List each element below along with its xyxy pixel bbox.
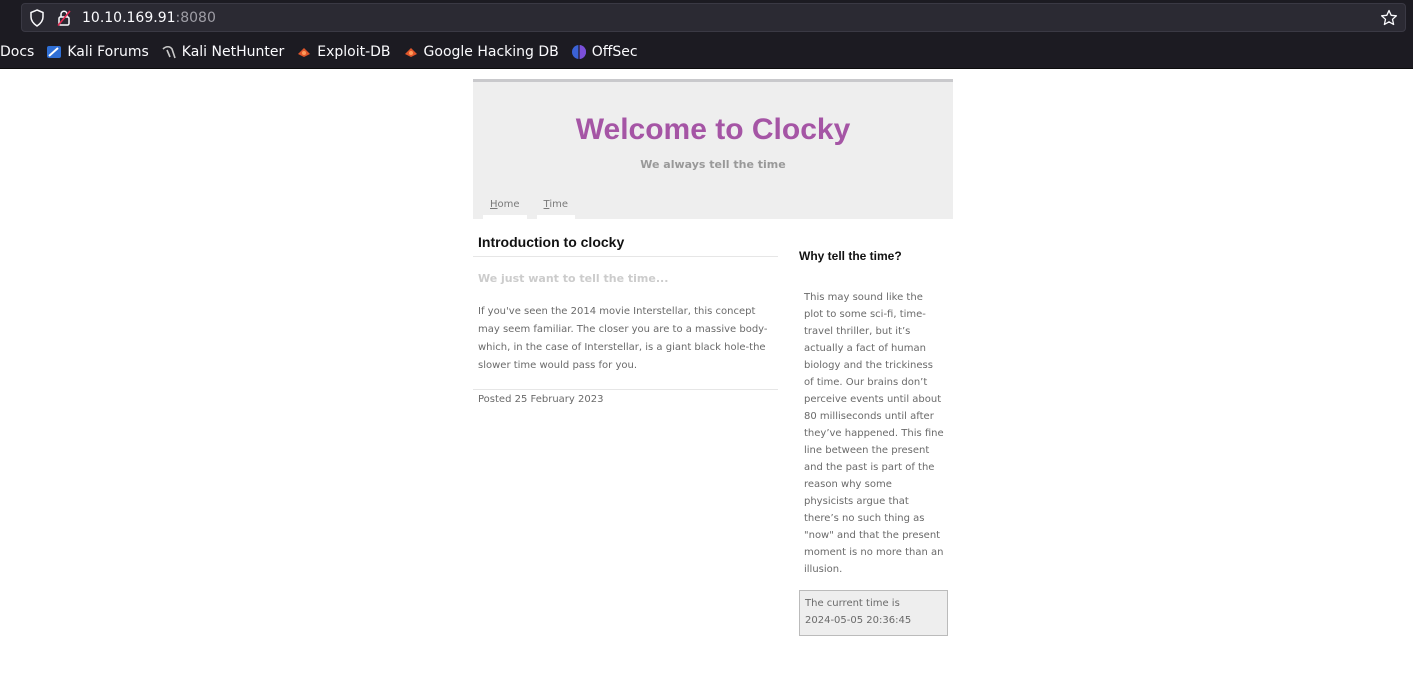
url-port: :8080 bbox=[175, 10, 216, 26]
current-time-value: 2024-05-05 20:36:45 bbox=[805, 615, 912, 626]
offsec-icon bbox=[571, 45, 586, 59]
bookmark-label: Exploit-DB bbox=[317, 44, 391, 60]
post-lead: We just want to tell the time... bbox=[478, 272, 669, 285]
nav-time-link[interactable]: Time bbox=[536, 196, 576, 219]
post-title: Introduction to clocky bbox=[473, 231, 778, 257]
site-nav: Home Time bbox=[483, 196, 585, 219]
sidebar-title: Why tell the time? bbox=[799, 249, 902, 263]
kali-nethunter-icon bbox=[162, 45, 176, 59]
exploit-db-icon bbox=[298, 48, 311, 57]
post-date: Posted 25 February 2023 bbox=[478, 394, 604, 405]
bookmark-label: Kali Forums bbox=[67, 44, 149, 60]
bookmark-label: Docs bbox=[0, 44, 35, 60]
bookmark-exploit-db[interactable]: Exploit-DB bbox=[296, 44, 391, 60]
current-time-box: The current time is 2024-05-05 20:36:45 bbox=[799, 590, 948, 636]
bookmark-kali-nethunter[interactable]: Kali NetHunter bbox=[161, 44, 284, 60]
bookmark-star-icon[interactable] bbox=[1380, 9, 1398, 27]
bookmark-kali-forums[interactable]: Kali Forums bbox=[46, 44, 149, 60]
bookmarks-toolbar: Docs Kali Forums Kali NetHunter Exploit-… bbox=[0, 39, 650, 65]
site-subtitle: We always tell the time bbox=[640, 158, 786, 171]
post-body: If you've seen the 2014 movie Interstell… bbox=[473, 285, 778, 390]
site-header: Welcome to Clocky We always tell the tim… bbox=[473, 79, 953, 219]
url-host: 10.10.169.91 bbox=[82, 10, 176, 26]
bookmark-docs[interactable]: Docs bbox=[0, 44, 34, 60]
url-text[interactable]: 10.10.169.91:8080 bbox=[82, 9, 216, 27]
site-page: Welcome to Clocky We always tell the tim… bbox=[473, 79, 953, 636]
nav-label: ime bbox=[549, 199, 569, 210]
main-content: Introduction to clocky We just want to t… bbox=[473, 231, 778, 409]
bookmark-label: Kali NetHunter bbox=[181, 44, 285, 60]
nav-label: ome bbox=[497, 199, 520, 210]
ghdb-icon bbox=[404, 48, 417, 57]
nav-accesskey: H bbox=[490, 199, 498, 210]
kali-forums-icon bbox=[47, 46, 62, 58]
sidebar-body: This may sound like the plot to some sci… bbox=[804, 292, 944, 575]
bookmark-label: Google Hacking DB bbox=[423, 44, 559, 60]
bookmark-offsec[interactable]: OffSec bbox=[571, 44, 638, 60]
bookmark-label: OffSec bbox=[591, 44, 638, 60]
current-time-label: The current time is bbox=[805, 598, 900, 609]
browser-chrome: 10.10.169.91:8080 Docs Kali Forums Kali … bbox=[0, 0, 1413, 69]
sidebar: Why tell the time? This may sound like t… bbox=[799, 249, 948, 636]
url-bar[interactable]: 10.10.169.91:8080 bbox=[21, 3, 1406, 32]
shield-icon[interactable] bbox=[29, 9, 45, 27]
bookmark-google-hacking-db[interactable]: Google Hacking DB bbox=[403, 44, 559, 60]
site-title: Welcome to Clocky bbox=[575, 113, 851, 146]
nav-home-link[interactable]: Home bbox=[483, 196, 527, 219]
insecure-lock-icon[interactable] bbox=[56, 9, 72, 27]
